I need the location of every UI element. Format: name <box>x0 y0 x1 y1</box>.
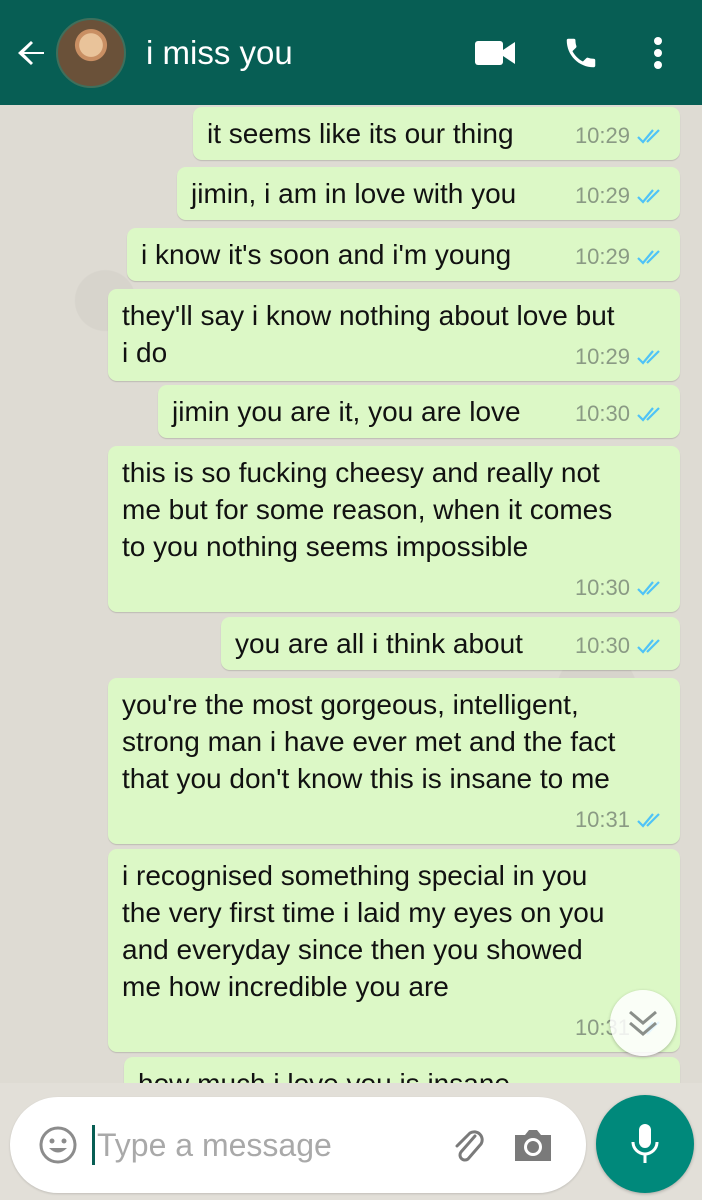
message-text: i know it's soon and i'm young <box>141 239 512 270</box>
message-time: 10:30 <box>574 575 630 600</box>
back-arrow-icon[interactable] <box>14 35 50 71</box>
message-bubble[interactable]: jimin you are it, you are love 10:30 <box>158 385 680 438</box>
text-cursor <box>92 1125 95 1165</box>
message-time: 10:30 <box>574 633 630 658</box>
message-bubble[interactable]: you are all i think about 10:30 <box>221 617 680 670</box>
double-check-icon <box>637 580 660 596</box>
contact-avatar[interactable] <box>56 17 126 88</box>
chat-header: i miss you <box>0 0 702 105</box>
camera-icon[interactable] <box>511 1125 555 1165</box>
message-bubble[interactable]: i recognised something special in you th… <box>108 849 680 1052</box>
scroll-down-button[interactable] <box>610 990 676 1056</box>
message-bubble[interactable]: they'll say i know nothing about love bu… <box>108 289 680 381</box>
double-check-icon <box>637 812 660 828</box>
message-text: they'll say i know nothing about love bu… <box>122 300 615 368</box>
message-bubble[interactable]: i know it's soon and i'm young 10:29 <box>127 228 680 281</box>
message-text: this is so fucking cheesy and really not… <box>122 457 613 562</box>
message-time: 10:29 <box>574 344 630 369</box>
double-check-icon <box>637 638 660 654</box>
message-text: it seems like its our thing <box>207 118 514 149</box>
more-options-icon[interactable] <box>646 28 670 78</box>
message-text: how much i love you is insane <box>138 1068 510 1083</box>
message-bubble[interactable]: jimin, i am in love with you 10:29 <box>177 167 680 220</box>
message-bubble[interactable]: how much i love you is insane <box>124 1057 680 1083</box>
attachment-icon[interactable] <box>447 1124 489 1166</box>
composer-bar <box>0 1083 702 1200</box>
message-bubble[interactable]: this is so fucking cheesy and really not… <box>108 446 680 612</box>
message-text: jimin, i am in love with you <box>191 178 517 209</box>
message-time: 10:29 <box>574 123 630 148</box>
message-time: 10:29 <box>574 183 630 208</box>
message-bubble[interactable]: you're the most gorgeous, intelligent, s… <box>108 678 680 844</box>
message-text: i recognised something special in you th… <box>122 860 605 1002</box>
microphone-icon <box>631 1124 659 1163</box>
double-check-icon <box>637 349 660 365</box>
message-time: 10:31 <box>574 807 630 832</box>
video-call-icon[interactable] <box>470 28 520 78</box>
double-chevron-down-icon <box>629 1010 657 1036</box>
message-input-box[interactable] <box>10 1097 586 1193</box>
voice-record-button[interactable] <box>596 1095 694 1193</box>
double-check-icon <box>637 188 660 204</box>
emoji-icon[interactable] <box>38 1125 78 1165</box>
double-check-icon <box>637 128 660 144</box>
message-time: 10:30 <box>574 401 630 426</box>
message-text: you're the most gorgeous, intelligent, s… <box>122 689 616 794</box>
voice-call-icon[interactable] <box>556 28 606 78</box>
message-bubble[interactable]: it seems like its our thing 10:29 <box>193 107 680 160</box>
message-time: 10:29 <box>574 244 630 269</box>
message-list[interactable]: it seems like its our thing 10:29 jimin,… <box>0 105 702 1083</box>
double-check-icon <box>637 249 660 265</box>
message-input[interactable] <box>97 1126 437 1164</box>
contact-name[interactable]: i miss you <box>146 34 470 72</box>
message-text: jimin you are it, you are love <box>172 396 521 427</box>
double-check-icon <box>637 406 660 422</box>
